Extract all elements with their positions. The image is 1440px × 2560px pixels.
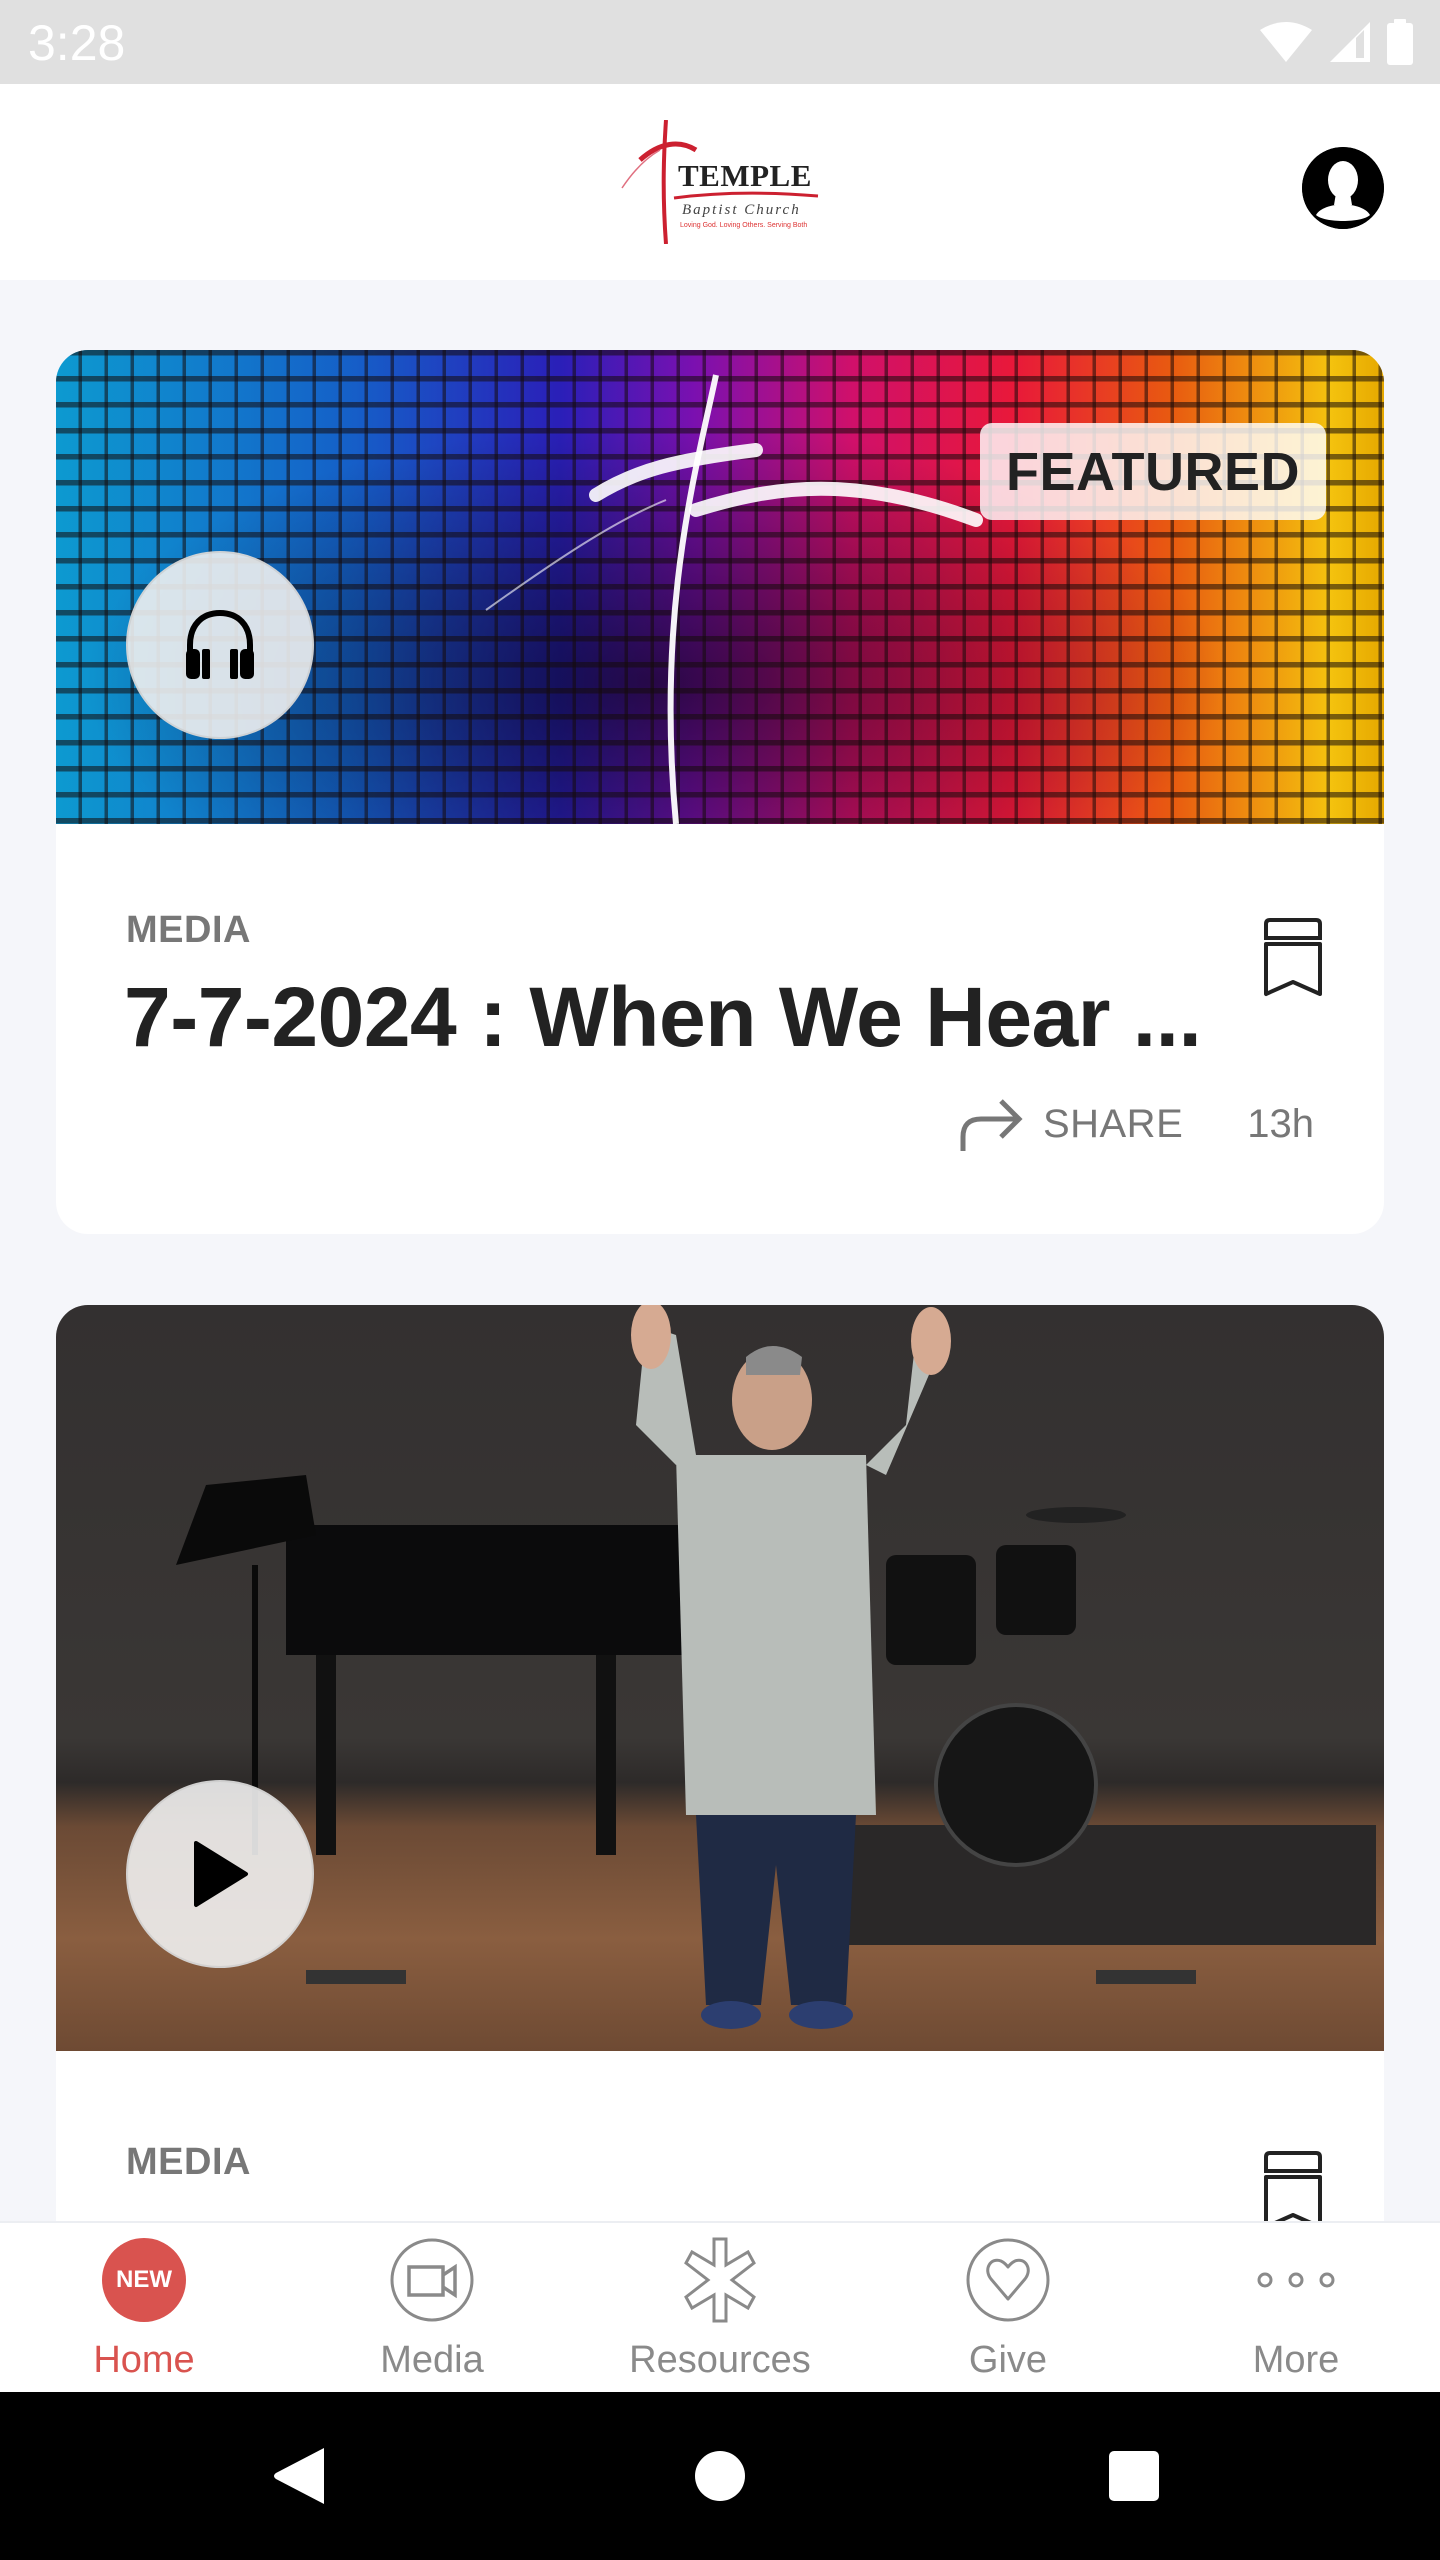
home-tab-icon: NEW — [101, 2237, 187, 2323]
heart-icon — [965, 2237, 1051, 2323]
card-body: MEDIA 7-7-2024 : When We Hear ... SHARE … — [56, 824, 1384, 1234]
tab-label: Give — [968, 2339, 1048, 2381]
card-thumbnail[interactable]: FEATURED — [56, 350, 1384, 824]
card-actions: SHARE 13h — [959, 1094, 1314, 1154]
tab-home[interactable]: NEW Home — [0, 2223, 288, 2392]
recents-button[interactable] — [1102, 2444, 1166, 2508]
tab-media[interactable]: Media — [288, 2223, 576, 2392]
account-circle-icon — [1302, 147, 1384, 229]
share-arrow-icon — [960, 1099, 1023, 1151]
time-ago: 13h — [1247, 1101, 1314, 1146]
tab-resources[interactable]: Resources — [576, 2223, 864, 2392]
feed-card[interactable]: MEDIA 7-6-24 : Cross and Vi... — [56, 1305, 1384, 2305]
card-category: MEDIA — [126, 2141, 251, 2183]
bookmark-icon[interactable] — [1262, 2151, 1324, 2231]
battery-icon — [1387, 19, 1413, 65]
tab-label: Home — [93, 2339, 195, 2381]
play-icon — [194, 1841, 248, 1907]
wifi-icon — [1260, 22, 1312, 62]
app-header: TEMPLE Baptist Church Loving God. Loving… — [0, 84, 1440, 280]
card-title[interactable]: 7-7-2024 : When We Hear ... — [124, 969, 1274, 1066]
status-bar: 3:28 — [0, 0, 1440, 84]
back-button[interactable] — [268, 2444, 332, 2508]
status-icons — [1258, 18, 1414, 66]
tab-label: More — [1252, 2339, 1340, 2381]
asterisk-icon — [677, 2237, 763, 2323]
logo-subtitle: Baptist Church — [682, 202, 801, 218]
more-horizontal-icon — [1253, 2237, 1339, 2323]
new-badge: NEW — [102, 2238, 186, 2322]
status-time: 3:28 — [28, 15, 126, 71]
listen-button[interactable] — [126, 551, 314, 739]
logo-name: TEMPLE — [678, 158, 812, 193]
share-label: SHARE — [1042, 1101, 1184, 1146]
tab-label: Media — [380, 2339, 484, 2381]
headphones-icon — [186, 609, 254, 679]
home-circle-icon — [695, 2451, 745, 2501]
church-logo[interactable]: TEMPLE Baptist Church Loving God. Loving… — [620, 120, 820, 244]
card-thumbnail[interactable] — [56, 1305, 1384, 2051]
bottom-tab-bar: NEW Home Media Resources Give More — [0, 2221, 1440, 2392]
tab-more[interactable]: More — [1152, 2223, 1440, 2392]
play-button[interactable] — [126, 1780, 314, 1968]
home-button[interactable] — [688, 2444, 752, 2508]
recents-square-icon — [1109, 2451, 1159, 2501]
bookmark-icon[interactable] — [1262, 918, 1324, 998]
logo-tagline: Loving God. Loving Others. Serving Both — [680, 222, 808, 229]
feed-card[interactable]: FEATURED MEDIA 7-7-2024 : When We Hear .… — [56, 350, 1384, 1234]
profile-button[interactable] — [1302, 147, 1384, 229]
cellular-signal-icon — [1330, 22, 1370, 62]
share-button[interactable]: SHARE — [959, 1097, 1183, 1151]
card-category: MEDIA — [126, 909, 251, 951]
back-triangle-icon — [274, 2448, 324, 2504]
video-camera-icon — [389, 2237, 475, 2323]
tab-give[interactable]: Give — [864, 2223, 1152, 2392]
tab-label: Resources — [629, 2339, 811, 2381]
app-screen: 3:28 TEMPLE Baptist Church Loving God. L… — [0, 0, 1440, 2560]
featured-badge: FEATURED — [980, 423, 1326, 520]
system-nav-bar — [0, 2392, 1440, 2560]
